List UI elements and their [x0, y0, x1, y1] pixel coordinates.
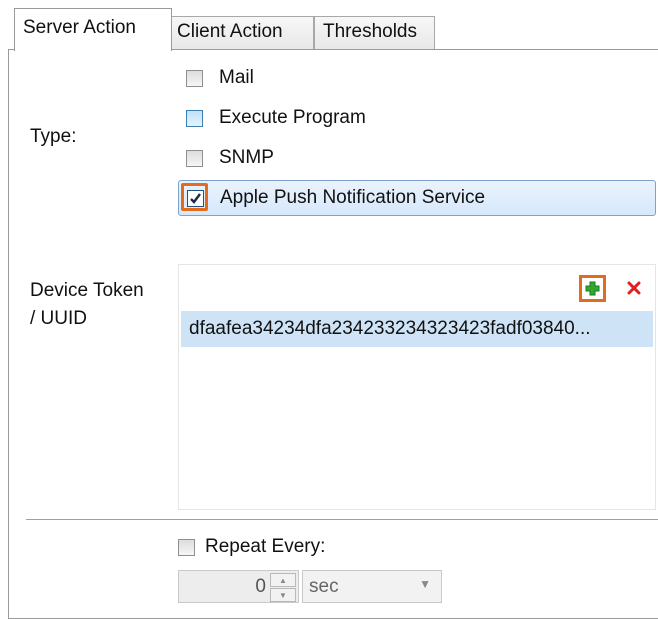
- tab-client-action[interactable]: Client Action: [168, 16, 314, 49]
- checkbox-checked[interactable]: [187, 189, 204, 207]
- tab-server-action[interactable]: Server Action: [14, 8, 172, 51]
- add-plus-icon: [585, 281, 600, 296]
- unit-value: sec: [309, 576, 339, 597]
- tab-thresholds[interactable]: Thresholds: [314, 16, 435, 49]
- type-option-snmp[interactable]: SNMP: [178, 140, 656, 176]
- option-label: Apple Push Notification Service: [220, 187, 486, 208]
- type-option-execute-program[interactable]: Execute Program: [178, 100, 656, 136]
- repeat-checkbox[interactable]: [178, 538, 195, 556]
- spin-up-icon[interactable]: ▲: [270, 573, 296, 587]
- token-value: dfaafea34234dfa234233234323423fadf03840.…: [189, 318, 591, 339]
- uuid-label: / UUID: [30, 308, 87, 329]
- device-token-list[interactable]: dfaafea34234dfa234233234323423fadf03840.…: [178, 264, 656, 510]
- tab-label: Server Action: [23, 17, 136, 38]
- delete-x-icon: [627, 281, 641, 295]
- option-label: SNMP: [219, 147, 274, 168]
- type-label: Type:: [30, 126, 77, 147]
- spinner-value: 0: [255, 576, 266, 597]
- repeat-unit-select[interactable]: sec ▼: [302, 570, 442, 603]
- type-option-apns[interactable]: Apple Push Notification Service: [178, 180, 656, 216]
- tab-label: Thresholds: [323, 21, 417, 42]
- checkbox[interactable]: [186, 109, 203, 127]
- add-token-button[interactable]: [579, 275, 606, 302]
- chevron-down-icon: ▼: [419, 577, 431, 591]
- option-label: Mail: [219, 67, 254, 88]
- delete-token-button[interactable]: [623, 277, 645, 299]
- device-token-label: Device Token: [30, 280, 144, 301]
- spin-down-icon[interactable]: ▼: [270, 588, 296, 602]
- option-label: Execute Program: [219, 107, 366, 128]
- spinner-buttons: ▲ ▼: [270, 573, 296, 602]
- repeat-every-option[interactable]: Repeat Every:: [178, 536, 325, 558]
- type-option-mail[interactable]: Mail: [178, 60, 656, 96]
- tab-label: Client Action: [177, 21, 283, 42]
- repeat-label: Repeat Every:: [205, 536, 326, 557]
- token-row[interactable]: dfaafea34234dfa234233234323423fadf03840.…: [181, 311, 653, 347]
- checkbox[interactable]: [186, 149, 203, 167]
- tab-strip: Client Action Thresholds Server Action: [8, 8, 658, 51]
- type-checklist: Mail Execute Program SNMP Apple Push Not…: [178, 58, 658, 218]
- checkbox[interactable]: [186, 69, 203, 87]
- checkmark-icon: [190, 192, 201, 204]
- repeat-interval-spinner[interactable]: 0 ▲ ▼: [178, 570, 299, 603]
- separator: [26, 519, 658, 520]
